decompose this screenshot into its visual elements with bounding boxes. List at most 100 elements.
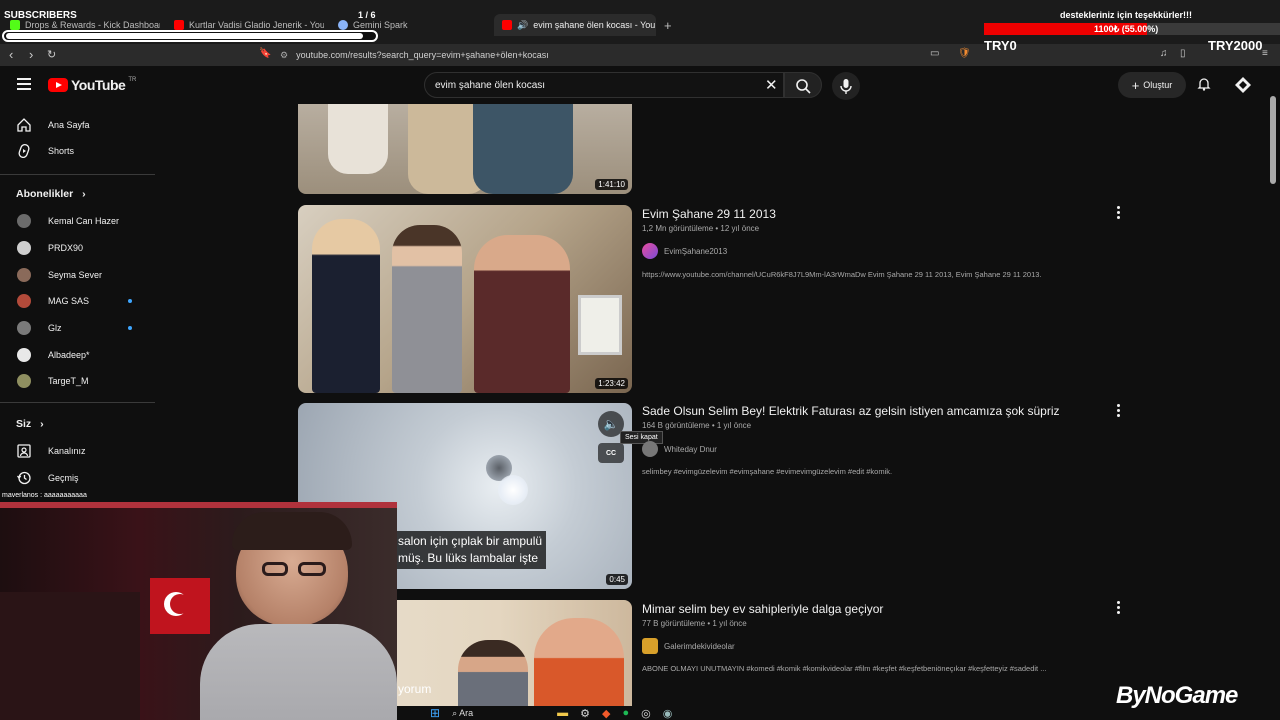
video-channel[interactable]: Galerimdekivideolar <box>642 638 735 654</box>
reload-icon[interactable]: ↻ <box>47 48 56 61</box>
video-channel[interactable]: Whiteday Dnur <box>642 441 717 457</box>
channel-name: Galerimdekivideolar <box>664 641 735 651</box>
sidebar-item-channel[interactable]: PRDX90 <box>0 235 155 261</box>
sidebar-item-channel[interactable]: Glz <box>0 315 155 341</box>
settings-icon[interactable]: ⚙ <box>580 707 590 720</box>
brave-icon[interactable]: ◆ <box>602 707 610 720</box>
caption-line: müş. Bu lüks lambalar işte <box>398 551 539 565</box>
logo-region: TR <box>128 77 137 83</box>
desk-shelf <box>0 592 140 720</box>
avatar-diamond-icon <box>1235 77 1251 93</box>
sidebar-item-label: Shorts <box>48 146 75 156</box>
hamburger-menu-icon[interactable] <box>17 78 31 90</box>
view-count: 164 B görüntüleme <box>642 421 710 430</box>
sidebar-item-channel[interactable]: Seyma Sever <box>0 262 155 288</box>
streamer-shirt <box>200 624 397 720</box>
clear-search-icon[interactable]: ✕ <box>765 76 778 94</box>
channel-name: Glz <box>48 323 62 333</box>
steam-icon[interactable]: ◉ <box>663 707 673 720</box>
webcam-overlay <box>0 502 397 720</box>
video-meta: 77 B görüntüleme • 1 yıl önce <box>642 619 747 628</box>
search-box: ✕ <box>424 72 784 98</box>
glasses-left-lens <box>262 562 288 576</box>
sidebar-toggle-icon[interactable]: ▯ <box>1180 48 1186 59</box>
sidebar-item-channel[interactable]: MAG SAS <box>0 288 155 314</box>
sidebar-item-channel[interactable]: TargeT_M <box>0 368 155 394</box>
spotify-icon[interactable]: ● <box>622 707 629 719</box>
home-icon <box>17 118 31 132</box>
forward-icon[interactable]: › <box>29 47 33 62</box>
video-channel[interactable]: EvimŞahane2013 <box>642 243 727 259</box>
youtube-logo[interactable]: YouTube TR <box>48 77 136 93</box>
view-count: 77 B görüntüleme <box>642 619 706 628</box>
channel-icon <box>17 444 31 458</box>
chrome-icon[interactable]: ◎ <box>641 707 651 720</box>
channel-name: Whiteday Dnur <box>664 444 717 454</box>
subscriptions-heading[interactable]: Abonelikler › <box>16 188 86 200</box>
sidebar-item-home[interactable]: Ana Sayfa <box>0 112 155 138</box>
music-icon[interactable]: ♫ <box>1160 48 1168 59</box>
file-explorer-icon[interactable]: ▬ <box>557 707 568 719</box>
new-content-dot <box>128 299 132 303</box>
sidebar-item-channel[interactable]: Kemal Can Hazer <box>0 208 155 234</box>
channel-name: EvimŞahane2013 <box>664 246 728 256</box>
sidebar-item-label: Geçmiş <box>48 473 79 483</box>
url-text: youtube.com/results?search_query=evim+şa… <box>296 50 549 60</box>
thumbnail-figure <box>534 618 624 706</box>
menu-icon[interactable]: ≡ <box>1262 48 1268 59</box>
video-meta: 164 B görüntüleme • 1 yıl önce <box>642 421 751 430</box>
create-button[interactable]: + Oluştur <box>1118 72 1186 98</box>
video-duration: 1:23:42 <box>595 378 628 389</box>
page-scrollbar[interactable] <box>1270 96 1276 184</box>
video-title[interactable]: Mimar selim bey ev sahipleriyle dalga ge… <box>642 602 883 616</box>
more-options-icon[interactable] <box>1114 601 1122 614</box>
video-thumbnail[interactable]: 1:41:10 <box>298 104 632 194</box>
windows-start-icon[interactable]: ⊞ <box>430 706 440 720</box>
glasses-right-lens <box>298 562 326 576</box>
youtube-favicon-icon <box>174 20 184 30</box>
you-heading[interactable]: Siz › <box>16 418 44 430</box>
channel-avatar <box>17 321 31 335</box>
search-input[interactable] <box>435 77 755 93</box>
bookmark-icon[interactable]: 🔖 <box>259 48 271 59</box>
account-avatar[interactable] <box>1234 76 1252 99</box>
voice-search-button[interactable] <box>832 72 860 100</box>
channel-name: Seyma Sever <box>48 270 103 280</box>
divider <box>0 174 155 175</box>
cast-icon[interactable]: ▭ <box>930 48 939 59</box>
sidebar-item-history[interactable]: Geçmiş <box>0 465 155 491</box>
sidebar-item-your-channel[interactable]: Kanalınız <box>0 438 155 464</box>
search-button[interactable] <box>784 72 822 98</box>
back-icon[interactable]: ‹ <box>9 47 13 62</box>
captions-button[interactable]: CC <box>598 443 624 463</box>
video-title[interactable]: Sade Olsun Selim Bey! Elektrik Faturası … <box>642 404 1060 418</box>
taskbar-search[interactable]: ⌕ Ara <box>452 708 473 719</box>
channel-avatar <box>642 441 658 457</box>
more-options-icon[interactable] <box>1114 404 1122 417</box>
channel-name: Albadeep* <box>48 350 90 360</box>
subscribers-progress-bar <box>2 30 378 42</box>
site-settings-icon[interactable]: ⚙ <box>280 50 288 61</box>
sidebar-item-shorts[interactable]: Shorts <box>0 138 155 164</box>
bulb-glow <box>498 475 528 505</box>
new-tab-button[interactable]: + <box>664 14 678 36</box>
video-description: https://www.youtube.com/channel/UCuR6kF8… <box>642 270 1042 279</box>
tab-active-youtube-search[interactable]: 🔊 evim şahane ölen kocası - You ✕ <box>494 14 656 36</box>
notifications-button[interactable] <box>1196 76 1212 97</box>
thumbnail-picture-frame <box>578 295 622 355</box>
search-icon <box>796 79 811 94</box>
channel-avatar <box>17 374 31 388</box>
thumbnail-figure <box>392 225 462 393</box>
more-options-icon[interactable] <box>1114 206 1122 219</box>
sidebar-item-channel[interactable]: Albadeep* <box>0 342 155 368</box>
video-title[interactable]: Evim Şahane 29 11 2013 <box>642 207 776 221</box>
address-bar[interactable]: ⚙ youtube.com/results?search_query=evim+… <box>280 46 940 64</box>
subscriptions-heading-label: Abonelikler <box>16 188 74 200</box>
speaker-icon: 🔊 <box>517 19 529 30</box>
sidebar-item-label: Ana Sayfa <box>48 120 90 130</box>
video-thumbnail[interactable]: 1:23:42 <box>298 205 632 393</box>
tab-title: Kurtlar Vadisi Gladio Jenerik - YouTub <box>189 20 324 30</box>
channel-avatar <box>17 348 31 362</box>
brave-shield-icon[interactable]: 🛡 <box>958 48 971 59</box>
video-duration: 0:45 <box>606 574 628 585</box>
